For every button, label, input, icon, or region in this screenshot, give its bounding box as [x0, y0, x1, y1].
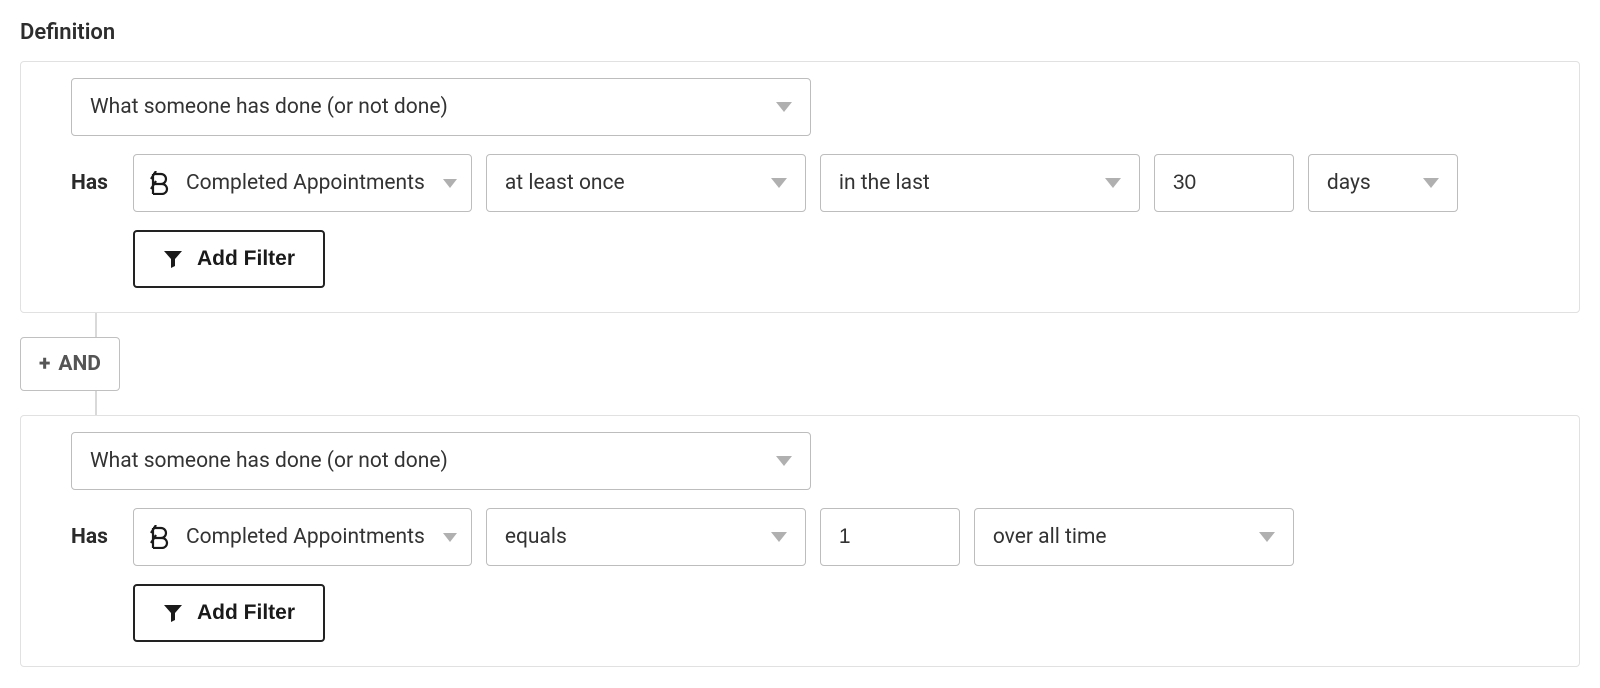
section-title: Definition	[20, 20, 1580, 45]
chevron-down-icon	[1259, 532, 1275, 542]
metric-label: Completed Appointments	[186, 171, 425, 195]
condition-type-label: What someone has done (or not done)	[90, 449, 758, 473]
add-filter-button[interactable]: Add Filter	[133, 584, 325, 642]
metric-select[interactable]: Completed Appointments	[133, 154, 472, 212]
condition-card-2: What someone has done (or not done) Has …	[20, 415, 1580, 667]
value-input[interactable]	[820, 508, 960, 566]
has-label: Has	[71, 171, 119, 195]
timeframe-select[interactable]: in the last	[820, 154, 1140, 212]
add-filter-label: Add Filter	[197, 247, 295, 271]
chevron-down-icon	[776, 102, 792, 112]
add-filter-label: Add Filter	[197, 601, 295, 625]
boulevard-icon	[148, 525, 172, 549]
and-label: AND	[58, 352, 101, 376]
filter-icon	[163, 603, 183, 623]
chevron-down-icon	[443, 179, 457, 188]
timeframe-select[interactable]: over all time	[974, 508, 1294, 566]
metric-label: Completed Appointments	[186, 525, 425, 549]
unit-select[interactable]: days	[1308, 154, 1458, 212]
filter-icon	[163, 249, 183, 269]
operator-label: equals	[505, 525, 753, 549]
chevron-down-icon	[776, 456, 792, 466]
chevron-down-icon	[771, 178, 787, 188]
frequency-select[interactable]: at least once	[486, 154, 806, 212]
condition-type-select[interactable]: What someone has done (or not done)	[71, 432, 811, 490]
timeframe-label: in the last	[839, 171, 1087, 195]
chevron-down-icon	[1423, 178, 1439, 188]
timeframe-label: over all time	[993, 525, 1241, 549]
condition-type-select[interactable]: What someone has done (or not done)	[71, 78, 811, 136]
chevron-down-icon	[771, 532, 787, 542]
condition-type-label: What someone has done (or not done)	[90, 95, 758, 119]
metric-select[interactable]: Completed Appointments	[133, 508, 472, 566]
boulevard-icon	[148, 171, 172, 195]
conditions-container: What someone has done (or not done) Has …	[20, 61, 1580, 667]
add-filter-button[interactable]: Add Filter	[133, 230, 325, 288]
unit-label: days	[1327, 171, 1405, 195]
and-connector-button[interactable]: + AND	[20, 337, 120, 391]
number-input[interactable]	[1154, 154, 1294, 212]
chevron-down-icon	[1105, 178, 1121, 188]
has-label: Has	[71, 525, 119, 549]
chevron-down-icon	[443, 533, 457, 542]
frequency-label: at least once	[505, 171, 753, 195]
plus-icon: +	[39, 352, 50, 376]
condition-card-1: What someone has done (or not done) Has …	[20, 61, 1580, 313]
operator-select[interactable]: equals	[486, 508, 806, 566]
